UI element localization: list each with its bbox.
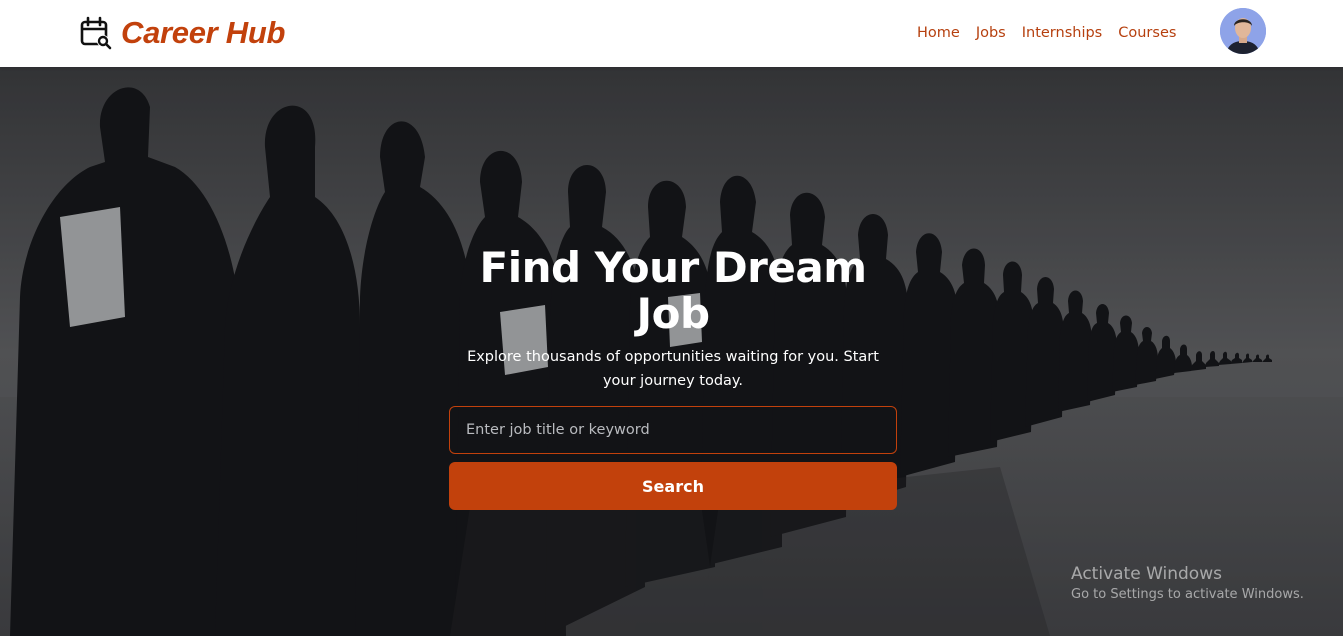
nav-link-internships[interactable]: Internships: [1022, 22, 1103, 44]
person-portrait-icon: [1220, 8, 1266, 54]
nav-link-jobs[interactable]: Jobs: [976, 22, 1006, 44]
hero-content: Find Your Dream Job Explore thousands of…: [449, 245, 897, 510]
hero-title: Find Your Dream Job: [479, 243, 868, 338]
brand-name: Career Hub: [121, 15, 286, 50]
calendar-search-icon: [80, 15, 112, 51]
nav-link-courses[interactable]: Courses: [1118, 22, 1176, 44]
brand-logo[interactable]: Career Hub: [80, 14, 285, 52]
hero-subtitle: Explore thousands of opportunities waiti…: [467, 349, 879, 389]
activate-windows-watermark: Activate Windows Go to Settings to activ…: [1071, 563, 1304, 605]
search-button[interactable]: Search: [449, 462, 897, 510]
job-search-input[interactable]: [449, 406, 897, 454]
user-avatar[interactable]: [1220, 8, 1266, 54]
hero-section: Find Your Dream Job Explore thousands of…: [0, 67, 1343, 636]
watermark-subtitle: Go to Settings to activate Windows.: [1071, 587, 1304, 602]
watermark-title: Activate Windows: [1071, 564, 1222, 584]
main-nav: Home Jobs Internships Courses: [917, 22, 1192, 44]
navbar: Career Hub Home Jobs Internships Courses: [0, 0, 1343, 67]
nav-link-home[interactable]: Home: [917, 22, 960, 44]
